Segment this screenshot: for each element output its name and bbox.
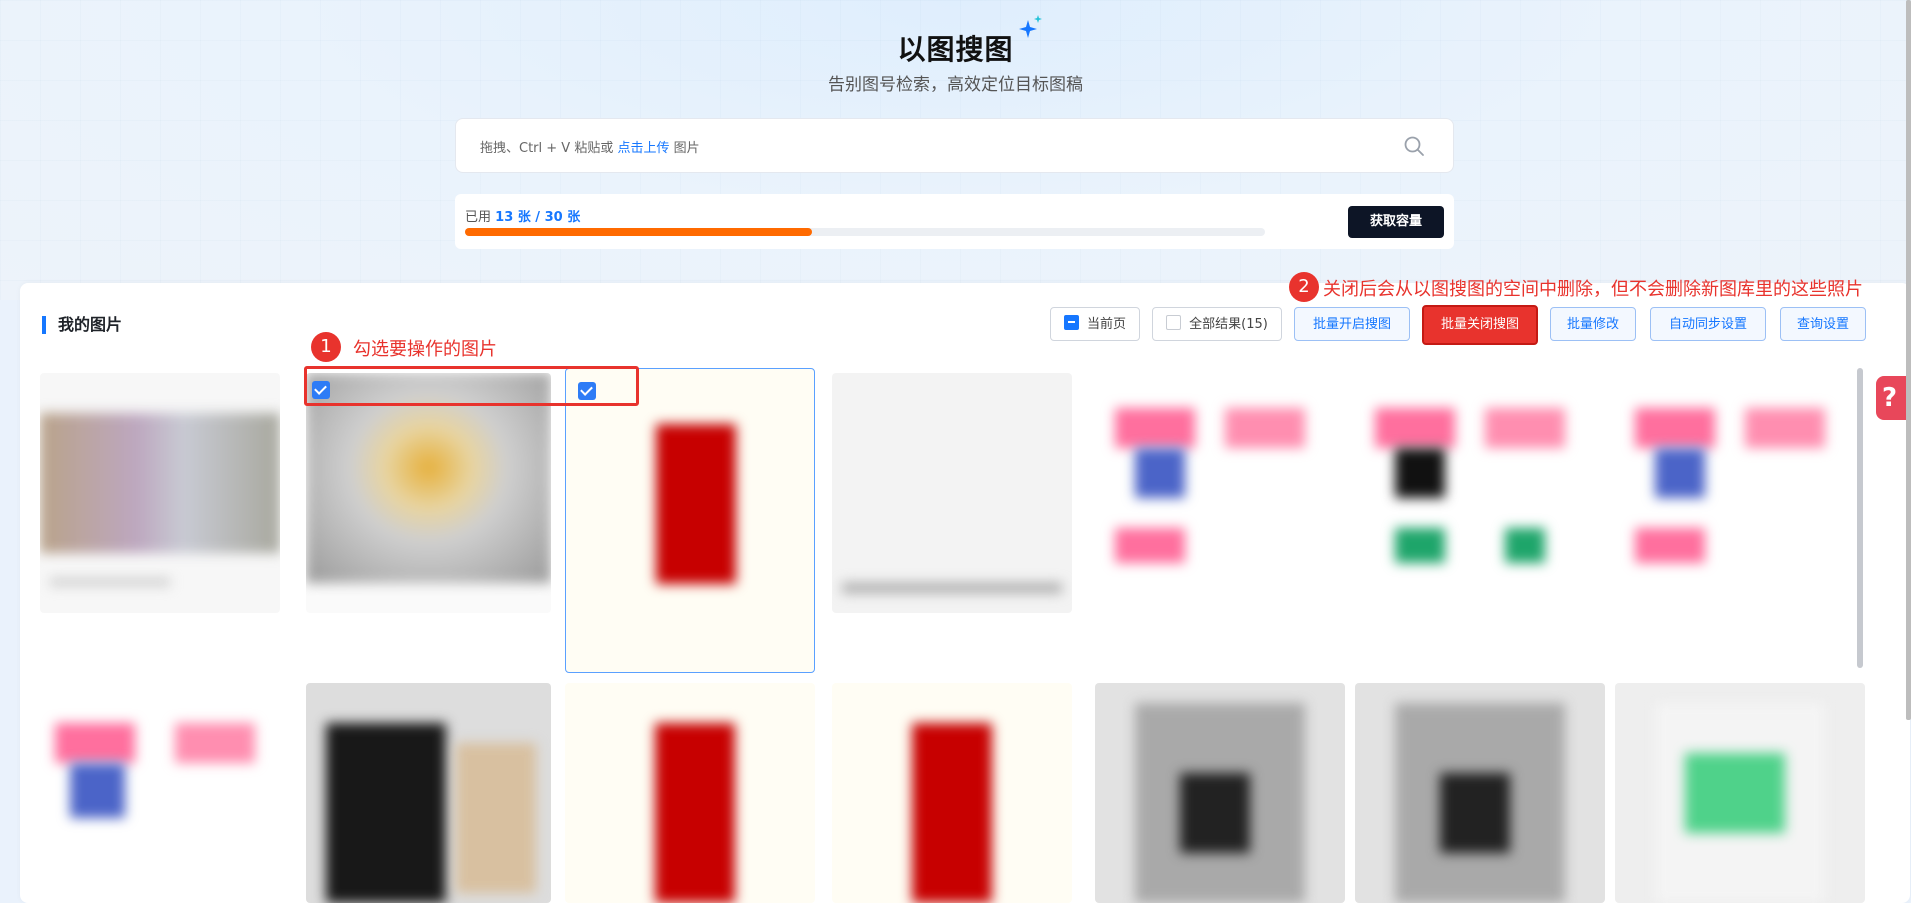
image-thumbnail — [40, 413, 280, 553]
thumbnail-part — [1485, 408, 1565, 448]
image-search-dropzone[interactable]: 拖拽、Ctrl + V 粘贴或 点击上传 图片 — [455, 118, 1454, 173]
thumbnail-part — [1745, 408, 1825, 448]
image-card[interactable] — [1615, 683, 1865, 903]
search-icon[interactable] — [1403, 135, 1425, 157]
sparkle-icon — [1019, 15, 1042, 38]
thumbnail-part — [1115, 408, 1195, 448]
quota-progress-fill — [465, 228, 812, 236]
image-card[interactable] — [1615, 378, 1865, 618]
page-scrollbar[interactable] — [1906, 0, 1911, 720]
image-card[interactable] — [832, 373, 1072, 613]
quota-used-value: 13 张 / 30 张 — [495, 210, 581, 225]
image-card[interactable] — [1355, 378, 1605, 618]
thumbnail-part — [1225, 408, 1305, 448]
get-capacity-button[interactable]: 获取容量 — [1348, 206, 1444, 238]
image-card[interactable] — [1095, 683, 1345, 903]
upload-link[interactable]: 点击上传 — [617, 141, 669, 156]
thumbnail-part — [1115, 528, 1185, 563]
search-hint-suffix: 图片 — [673, 141, 700, 156]
thumbnail-part — [655, 723, 735, 903]
select-current-page-checkbox[interactable]: 当前页 — [1050, 307, 1140, 341]
quota-used-label: 已用 — [465, 210, 492, 225]
image-thumbnail — [656, 424, 736, 584]
thumbnail-part — [1655, 448, 1705, 498]
thumbnail-part — [326, 723, 446, 903]
image-card[interactable] — [1355, 683, 1605, 903]
batch-enable-search-button[interactable]: 批量开启搜图 — [1294, 307, 1410, 341]
thumbnail-part — [1685, 753, 1785, 833]
thumbnail-part — [1635, 408, 1715, 448]
annotation-step-2-badge: 2 — [1289, 272, 1319, 302]
quota-panel: 已用 13 张 / 30 张 获取容量 — [455, 194, 1454, 249]
annotation-step-1-badge: 1 — [311, 332, 341, 362]
image-card[interactable] — [832, 683, 1072, 903]
thumbnail-part — [912, 723, 992, 903]
image-card-selected[interactable] — [565, 368, 815, 673]
thumbnail-part — [1395, 448, 1445, 498]
thumbnail-part — [175, 723, 255, 763]
query-settings-button[interactable]: 查询设置 — [1780, 307, 1866, 341]
thumbnail-part — [1440, 773, 1510, 853]
image-card[interactable] — [1095, 378, 1345, 618]
section-title: 我的图片 — [42, 316, 122, 334]
image-card[interactable] — [40, 683, 280, 903]
page-subtitle: 告别图号检索，高效定位目标图稿 — [828, 75, 1083, 95]
image-card[interactable] — [565, 683, 815, 903]
thumbnail-part — [70, 763, 125, 818]
select-all-results-checkbox[interactable]: 全部结果(15) — [1152, 307, 1282, 341]
thumbnail-part — [1395, 528, 1445, 563]
page-title: 以图搜图 — [897, 33, 1014, 66]
gallery-scrollbar[interactable] — [1857, 368, 1863, 668]
thumbnail-part — [1135, 448, 1185, 498]
annotation-step-2-text: 关闭后会从以图搜图的空间中删除，但不会删除新图库里的这些照片 — [1323, 279, 1863, 300]
thumbnail-part — [1635, 528, 1705, 563]
image-card[interactable] — [306, 683, 551, 903]
batch-disable-search-button[interactable]: 批量关闭搜图 — [1422, 305, 1538, 345]
selection-highlight — [304, 366, 639, 406]
auto-sync-settings-button[interactable]: 自动同步设置 — [1650, 307, 1766, 341]
image-card[interactable] — [40, 373, 280, 613]
image-caption — [842, 583, 1062, 593]
search-hint: 拖拽、Ctrl + V 粘贴或 点击上传 图片 — [480, 137, 700, 156]
current-page-label: 当前页 — [1086, 317, 1126, 332]
quota-label: 已用 13 张 / 30 张 — [465, 206, 580, 225]
image-caption — [50, 578, 170, 586]
image-card-selected[interactable] — [306, 373, 551, 613]
thumbnail-part — [1180, 773, 1250, 853]
batch-edit-button[interactable]: 批量修改 — [1550, 307, 1636, 341]
thumbnail-part — [456, 743, 536, 893]
quota-progress-track — [465, 228, 1265, 236]
thumbnail-part — [1375, 408, 1455, 448]
all-results-label: 全部结果(15) — [1189, 317, 1268, 332]
thumbnail-part — [55, 723, 135, 763]
search-hint-prefix: 拖拽、Ctrl + V 粘贴或 — [480, 141, 614, 156]
checkbox-indeterminate-icon — [1063, 315, 1079, 330]
checkbox-empty-icon — [1166, 315, 1182, 330]
thumbnail-part — [1505, 528, 1545, 563]
annotation-step-1-text: 勾选要操作的图片 — [353, 339, 497, 360]
